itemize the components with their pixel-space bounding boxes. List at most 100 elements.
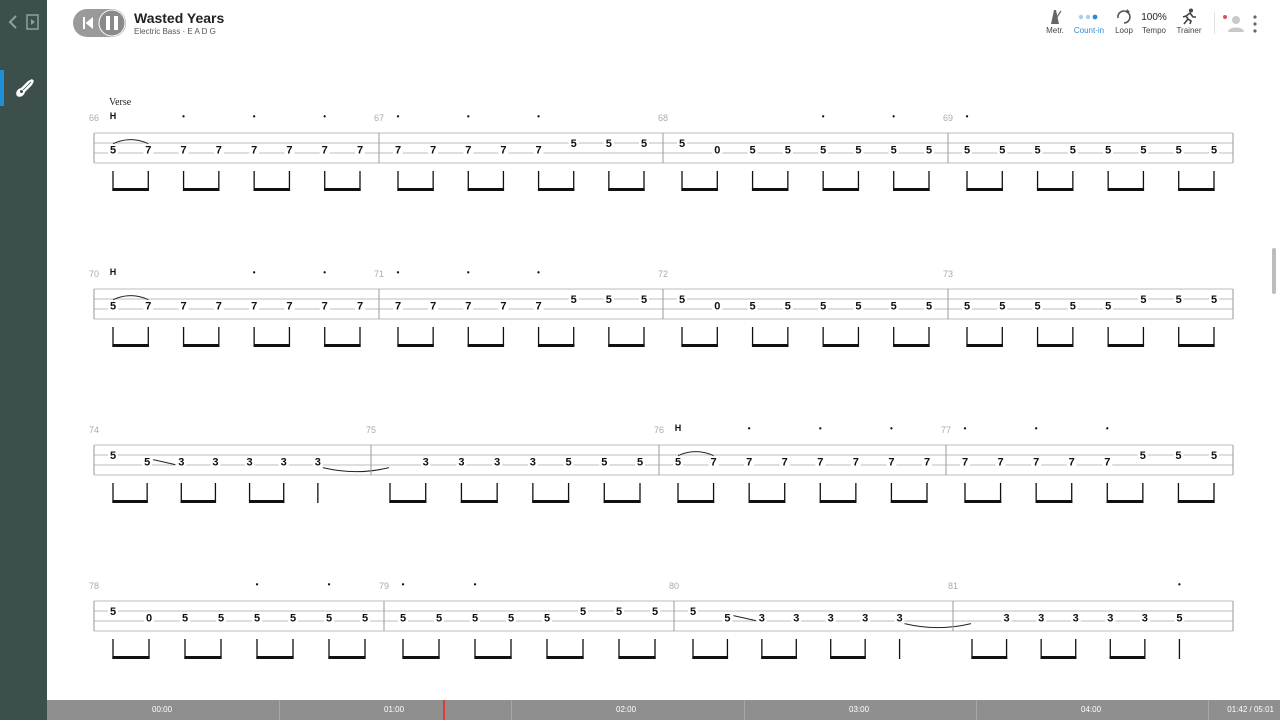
panel-icon[interactable] [26, 14, 39, 30]
note-beam [830, 656, 866, 659]
note-beam [253, 344, 291, 347]
note-beam [608, 344, 645, 347]
time-position: 01:42 / 05:01 [1227, 705, 1274, 714]
fret-number: 5 [1175, 450, 1181, 462]
timeline-label: 02:00 [616, 705, 637, 714]
timeline-bar[interactable]: 00:00 01:00 02:00 03:00 04:00 01:42 / 05… [47, 700, 1280, 720]
fret-number: 7 [1033, 457, 1039, 469]
timeline-label: 04:00 [1081, 705, 1102, 714]
scrollbar-thumb[interactable] [1272, 248, 1276, 294]
measure-number: 69 [943, 113, 953, 123]
note-beam [964, 500, 1002, 503]
measure-number: 72 [658, 269, 668, 279]
technique-mark: • [964, 424, 967, 433]
measure-number: 66 [89, 113, 99, 123]
timeline-tick [744, 700, 745, 720]
fret-number: 7 [395, 301, 401, 313]
fret-number: 5 [254, 613, 260, 625]
note-beam [253, 188, 291, 191]
technique-mark: • [467, 268, 470, 277]
measure-number: 70 [89, 269, 99, 279]
metronome-button[interactable]: Metr. [1037, 8, 1073, 40]
tempo-button[interactable]: 100% Tempo [1136, 8, 1172, 40]
fret-number: 5 [601, 457, 607, 469]
back-arrow-icon[interactable] [7, 14, 19, 30]
note-beam [256, 656, 294, 659]
note-beam [532, 500, 570, 503]
fret-number: 7 [216, 145, 222, 157]
trainer-button[interactable]: Trainer [1171, 8, 1207, 40]
note-beam [328, 656, 366, 659]
fret-number: 5 [820, 301, 826, 313]
fret-number: 7 [430, 145, 436, 157]
fret-number: 5 [566, 457, 572, 469]
fret-number: 5 [472, 613, 478, 625]
count-in-icon [1078, 14, 1098, 20]
measure-number: 80 [669, 581, 679, 591]
note-beam [1178, 188, 1215, 191]
metronome-label: Metr. [1046, 26, 1064, 35]
note-beam [474, 656, 512, 659]
fret-number: 3 [828, 613, 834, 625]
note-beam [112, 500, 148, 503]
fret-number: 7 [746, 457, 752, 469]
fret-number: 5 [606, 138, 612, 150]
technique-mark: • [182, 112, 185, 121]
fret-number: 5 [110, 606, 116, 618]
instrument-track-bass[interactable] [0, 70, 47, 106]
fret-number: 7 [500, 301, 506, 313]
fret-number: 5 [891, 301, 897, 313]
note-beam [618, 656, 656, 659]
fret-number: 5 [641, 138, 647, 150]
fret-number: 7 [465, 301, 471, 313]
measure-number: 73 [943, 269, 953, 279]
fret-number: 5 [679, 138, 685, 150]
fret-number: 3 [759, 613, 765, 625]
count-in-label: Count-in [1073, 26, 1105, 35]
note-beam [1178, 344, 1215, 347]
note-beam [608, 188, 645, 191]
technique-mark: • [892, 112, 895, 121]
playhead[interactable] [443, 700, 445, 720]
technique-mark: H [110, 267, 117, 277]
note-beam [112, 656, 150, 659]
note-beam [890, 500, 928, 503]
fret-number: 7 [817, 457, 823, 469]
note-beam [248, 500, 285, 503]
loop-icon [1117, 9, 1131, 24]
note-beam [966, 188, 1003, 191]
fret-number: 5 [964, 301, 970, 313]
fret-number: 3 [1107, 613, 1113, 625]
fret-number: 7 [536, 301, 542, 313]
note-beam [1036, 188, 1074, 191]
fret-number: 5 [110, 450, 116, 462]
fret-number: 5 [999, 145, 1005, 157]
fret-number: 5 [855, 145, 861, 157]
note-beam [893, 344, 930, 347]
note-beam [402, 656, 440, 659]
fret-number: 3 [281, 457, 287, 469]
more-vertical-icon[interactable] [1247, 13, 1263, 35]
fret-number: 3 [897, 613, 903, 625]
timeline-label: 03:00 [849, 705, 870, 714]
tab-score: Verse665 7 7 7 7 7 7 7H • • • 677 7 7 7 75 5 5• • • 6850 5 5 5 5… [89, 97, 1234, 659]
note-beam [966, 344, 1003, 347]
note-beam [681, 188, 718, 191]
fret-number: 5 [690, 606, 696, 618]
fret-number: 5 [1211, 450, 1217, 462]
fret-number: 5 [606, 294, 612, 306]
fret-number: 7 [322, 301, 328, 313]
note-beam [460, 500, 498, 503]
note-beam [1177, 500, 1215, 503]
measure-number: 78 [89, 581, 99, 591]
tempo-value: 100% [1141, 12, 1167, 23]
note-beam [1035, 500, 1073, 503]
fret-number: 5 [679, 294, 685, 306]
fret-number: 5 [326, 613, 332, 625]
fret-number: 5 [750, 145, 756, 157]
fret-number: 3 [530, 457, 536, 469]
avatar-icon[interactable] [1222, 11, 1244, 35]
count-in-button[interactable]: Count-in [1071, 8, 1107, 40]
fret-number: 5 [999, 301, 1005, 313]
timeline-label: 00:00 [152, 705, 173, 714]
